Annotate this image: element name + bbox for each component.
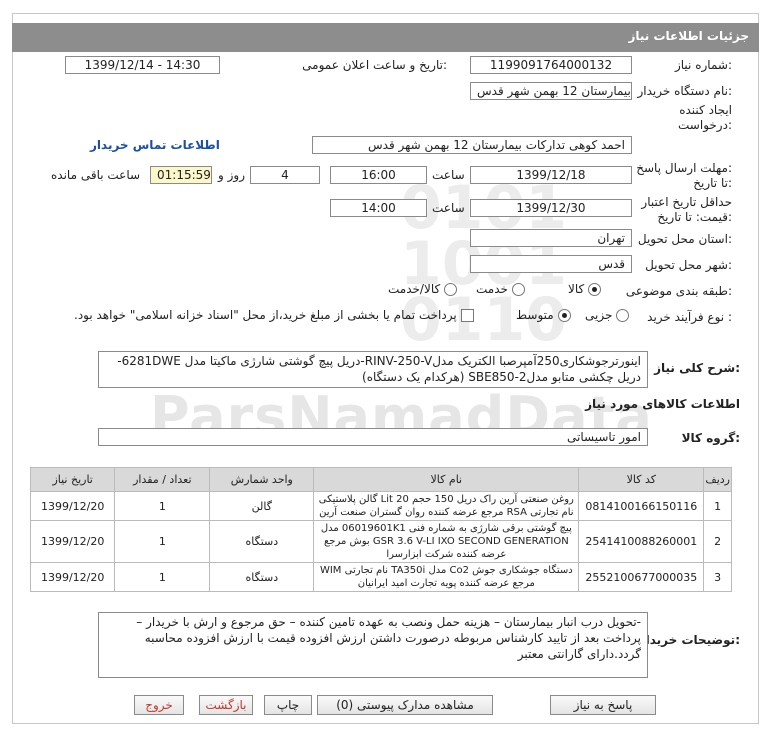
need-number-label: شماره نیاز: <box>674 58 732 72</box>
category-option-goods-label: کالا <box>568 282 585 296</box>
purchase-type-medium-label: متوسط <box>516 308 554 322</box>
cell-date: 1399/12/20 <box>29 491 116 521</box>
radio-selected-icon[interactable] <box>557 309 571 322</box>
cell-name: پیچ گوشتی برقی شارژی به شماره فنی 060196… <box>313 520 580 563</box>
announce-datetime-field[interactable]: 1399/12/14 - 14:30 <box>65 56 220 74</box>
col-unit: واحد شمارش <box>209 467 315 492</box>
remaining-time-countdown: 01:15:59 <box>150 166 212 184</box>
province-label: استان محل تحویل: <box>637 232 732 246</box>
table-row[interactable]: 3 2552100677000035 دستگاه جوشکاری جوش Co… <box>29 562 732 592</box>
city-field[interactable]: قدس <box>470 255 632 273</box>
cell-row: 3 <box>703 562 732 592</box>
cell-code: 2552100677000035 <box>578 562 705 592</box>
col-qty: تعداد / مقدار <box>114 467 211 492</box>
cell-name: دستگاه جوشکاری جوش Co2 مدل TA350i نام تج… <box>313 562 580 592</box>
goods-group-label: گروه کالا: <box>681 431 740 445</box>
treasury-payment-option[interactable]: پرداخت تمام یا بخشی از مبلغ خرید،از محل … <box>74 308 474 322</box>
purchase-type-medium[interactable]: متوسط <box>516 308 571 322</box>
province-field[interactable]: تهران <box>470 229 632 247</box>
cell-qty: 1 <box>114 491 211 521</box>
buyer-notes-label: توضیحات خریدار: <box>638 633 740 647</box>
buyer-notes-field[interactable]: -تحویل درب انبار بیمارستان – هزینه حمل و… <box>98 612 648 678</box>
category-option-goods[interactable]: کالا <box>568 282 602 296</box>
city-label: شهر محل تحویل: <box>645 258 732 272</box>
price-validity-label-line1: حداقل تاریخ اعتبار <box>641 195 732 209</box>
buyer-org-label: نام دستگاه خریدار: <box>637 84 733 98</box>
buyer-org-field[interactable]: بیمارستان 12 بهمن شهر قدس <box>470 82 632 100</box>
price-validity-time[interactable]: 14:00 <box>330 199 427 217</box>
cell-code: 0814100166150116 <box>578 491 705 521</box>
cell-date: 1399/12/20 <box>29 562 116 592</box>
reply-deadline-time[interactable]: 16:00 <box>330 166 427 184</box>
reply-time-label: ساعت <box>432 168 465 182</box>
cell-name: روغن صنعتی آرین راک دریل 150 حجم 20 Lit … <box>313 491 580 521</box>
radio-icon[interactable] <box>511 283 525 296</box>
goods-group-field[interactable]: امور تاسیساتی <box>98 428 648 446</box>
general-description-field[interactable]: اینورترجوشکاری250آمپرصبا الکتریک مدلRINV… <box>98 351 648 388</box>
table-row[interactable]: 1 0814100166150116 روغن صنعتی آرین راک د… <box>29 491 732 521</box>
checkbox-icon[interactable] <box>460 309 474 322</box>
category-option-service[interactable]: خدمت <box>476 282 525 296</box>
table-row[interactable]: 2 2541410088260001 پیچ گوشتی برقی شارژی … <box>29 520 732 563</box>
radio-icon[interactable] <box>616 309 630 322</box>
requester-field[interactable]: احمد کوهی تدارکات بیمارستان 12 بهمن شهر … <box>312 136 632 154</box>
cell-unit: گالن <box>209 491 315 521</box>
col-code: کد کالا <box>578 467 705 492</box>
cell-row: 1 <box>703 491 732 521</box>
reply-deadline-label: مهلت ارسال پاسخ: تا تاریخ: <box>636 161 732 191</box>
buyer-contact-link[interactable]: اطلاعات تماس خریدار <box>90 138 220 152</box>
col-row: ردیف <box>703 467 732 492</box>
purchase-type-minor-label: جزیی <box>585 308 613 322</box>
category-label: طبقه بندی موضوعی: <box>625 284 732 298</box>
reply-deadline-date[interactable]: 1399/12/18 <box>470 166 632 184</box>
exit-button[interactable]: خروج <box>134 695 184 715</box>
requester-label: ایجاد کننده درخواست: <box>678 103 732 133</box>
price-validity-date[interactable]: 1399/12/30 <box>470 199 632 217</box>
reply-button[interactable]: پاسخ به نیاز <box>550 695 656 715</box>
general-description-label: شرح کلی نیاز: <box>654 361 740 375</box>
purchase-type-minor[interactable]: جزیی <box>585 308 630 322</box>
days-label: روز و <box>218 168 245 182</box>
window-title: جزئیات اطلاعات نیاز <box>628 29 749 43</box>
cell-row: 2 <box>703 520 732 563</box>
cell-qty: 1 <box>114 562 211 592</box>
cell-code: 2541410088260001 <box>578 520 705 563</box>
goods-table-header: ردیف کد کالا نام کالا واحد شمارش تعداد /… <box>29 467 732 492</box>
cell-unit: دستگاه <box>209 520 315 563</box>
goods-section-title: اطلاعات کالاهای مورد نیاز <box>585 397 740 411</box>
category-option-goods-service[interactable]: کالا/خدمت <box>388 282 458 296</box>
title-bar: جزئیات اطلاعات نیاز <box>12 23 759 52</box>
requester-label-line2: درخواست: <box>678 118 732 132</box>
back-button[interactable]: بازگشت <box>199 695 253 715</box>
price-validity-time-label: ساعت <box>432 201 465 215</box>
category-option-goods-service-label: کالا/خدمت <box>388 282 441 296</box>
view-attachments-button[interactable]: مشاهده مدارک پیوستی (0) <box>317 695 493 715</box>
need-number-field[interactable]: 1199091764000132 <box>470 56 632 74</box>
requester-label-line1: ایجاد کننده <box>679 103 732 117</box>
goods-table: ردیف کد کالا نام کالا واحد شمارش تعداد /… <box>29 467 732 592</box>
reply-deadline-label-line2: تا تاریخ: <box>693 176 732 190</box>
print-button[interactable]: چاپ <box>264 695 312 715</box>
purchase-type-label: نوع فرآیند خرید : <box>647 310 732 324</box>
cell-qty: 1 <box>114 520 211 563</box>
radio-selected-icon[interactable] <box>588 283 602 296</box>
category-option-service-label: خدمت <box>476 282 508 296</box>
radio-icon[interactable] <box>444 283 458 296</box>
price-validity-label-line2: قیمت: تا تاریخ: <box>657 210 732 224</box>
remaining-time-label: ساعت باقی مانده <box>51 168 141 182</box>
cell-unit: دستگاه <box>209 562 315 592</box>
cell-date: 1399/12/20 <box>29 520 116 563</box>
col-name: نام کالا <box>313 467 580 492</box>
reply-deadline-label-line1: مهلت ارسال پاسخ: <box>636 161 732 175</box>
remaining-days-field[interactable]: 4 <box>250 166 320 184</box>
price-validity-label: حداقل تاریخ اعتبار قیمت: تا تاریخ: <box>641 195 732 225</box>
announce-datetime-label: تاریخ و ساعت اعلان عمومی: <box>302 58 447 72</box>
col-date: تاریخ نیاز <box>29 467 116 492</box>
treasury-payment-label: پرداخت تمام یا بخشی از مبلغ خرید،از محل … <box>74 308 457 322</box>
